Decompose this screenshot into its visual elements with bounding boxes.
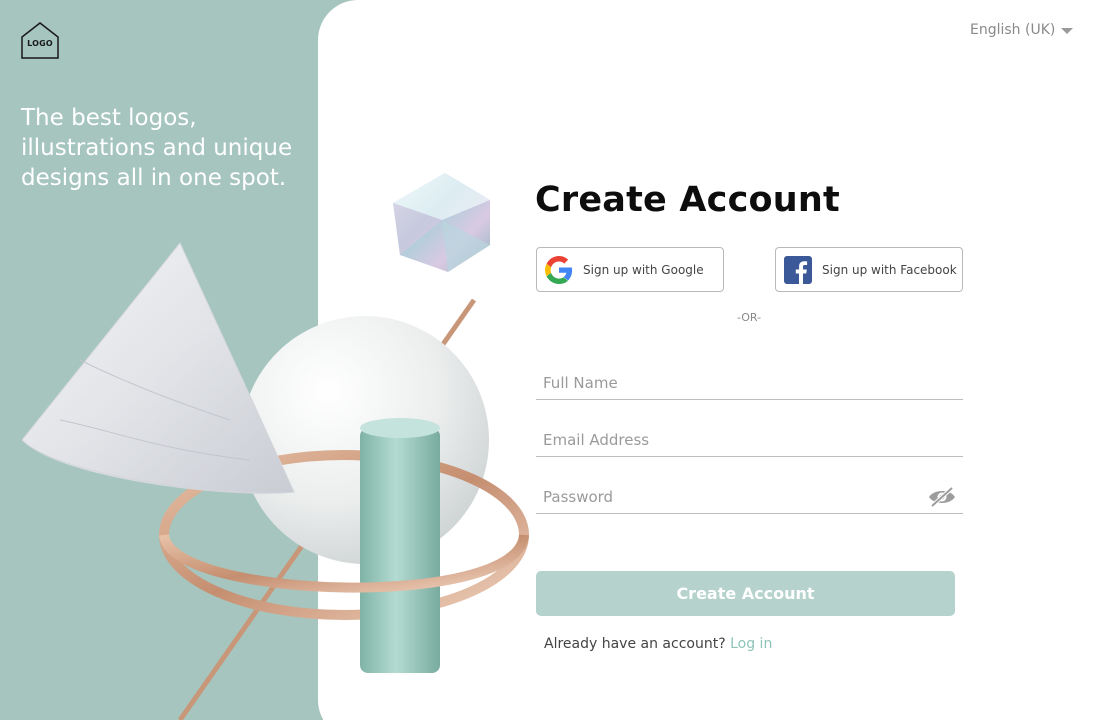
email-field — [536, 427, 963, 457]
full-name-field — [536, 370, 963, 400]
chevron-down-icon — [1061, 28, 1074, 34]
tagline: The best logos, illustrations and unique… — [21, 105, 293, 191]
password-field — [536, 484, 963, 514]
password-input[interactable] — [543, 488, 913, 506]
google-icon — [545, 255, 573, 284]
facebook-icon — [784, 255, 812, 284]
facebook-signup-button[interactable]: Sign up with Facebook — [775, 247, 963, 292]
left-panel: LOGO The best logos, illustrations and u… — [0, 0, 330, 720]
login-link[interactable]: Log in — [730, 636, 772, 652]
or-divider: -OR- — [736, 311, 762, 324]
google-signup-label: Sign up with Google — [583, 262, 704, 277]
login-prompt: Already have an account? Log in — [544, 636, 772, 652]
language-label: English (UK) — [970, 22, 1056, 38]
language-selector[interactable]: English (UK) — [970, 22, 1074, 38]
create-account-button[interactable]: Create Account — [536, 571, 955, 616]
logo-text: LOGO — [27, 39, 53, 48]
eye-slash-icon[interactable] — [927, 486, 957, 508]
email-input[interactable] — [543, 431, 913, 449]
google-signup-button[interactable]: Sign up with Google — [536, 247, 724, 292]
full-name-input[interactable] — [543, 374, 913, 392]
page-title: Create Account — [535, 180, 840, 220]
login-prompt-text: Already have an account? — [544, 636, 726, 652]
facebook-signup-label: Sign up with Facebook — [822, 262, 957, 277]
logo[interactable]: LOGO — [20, 21, 60, 59]
